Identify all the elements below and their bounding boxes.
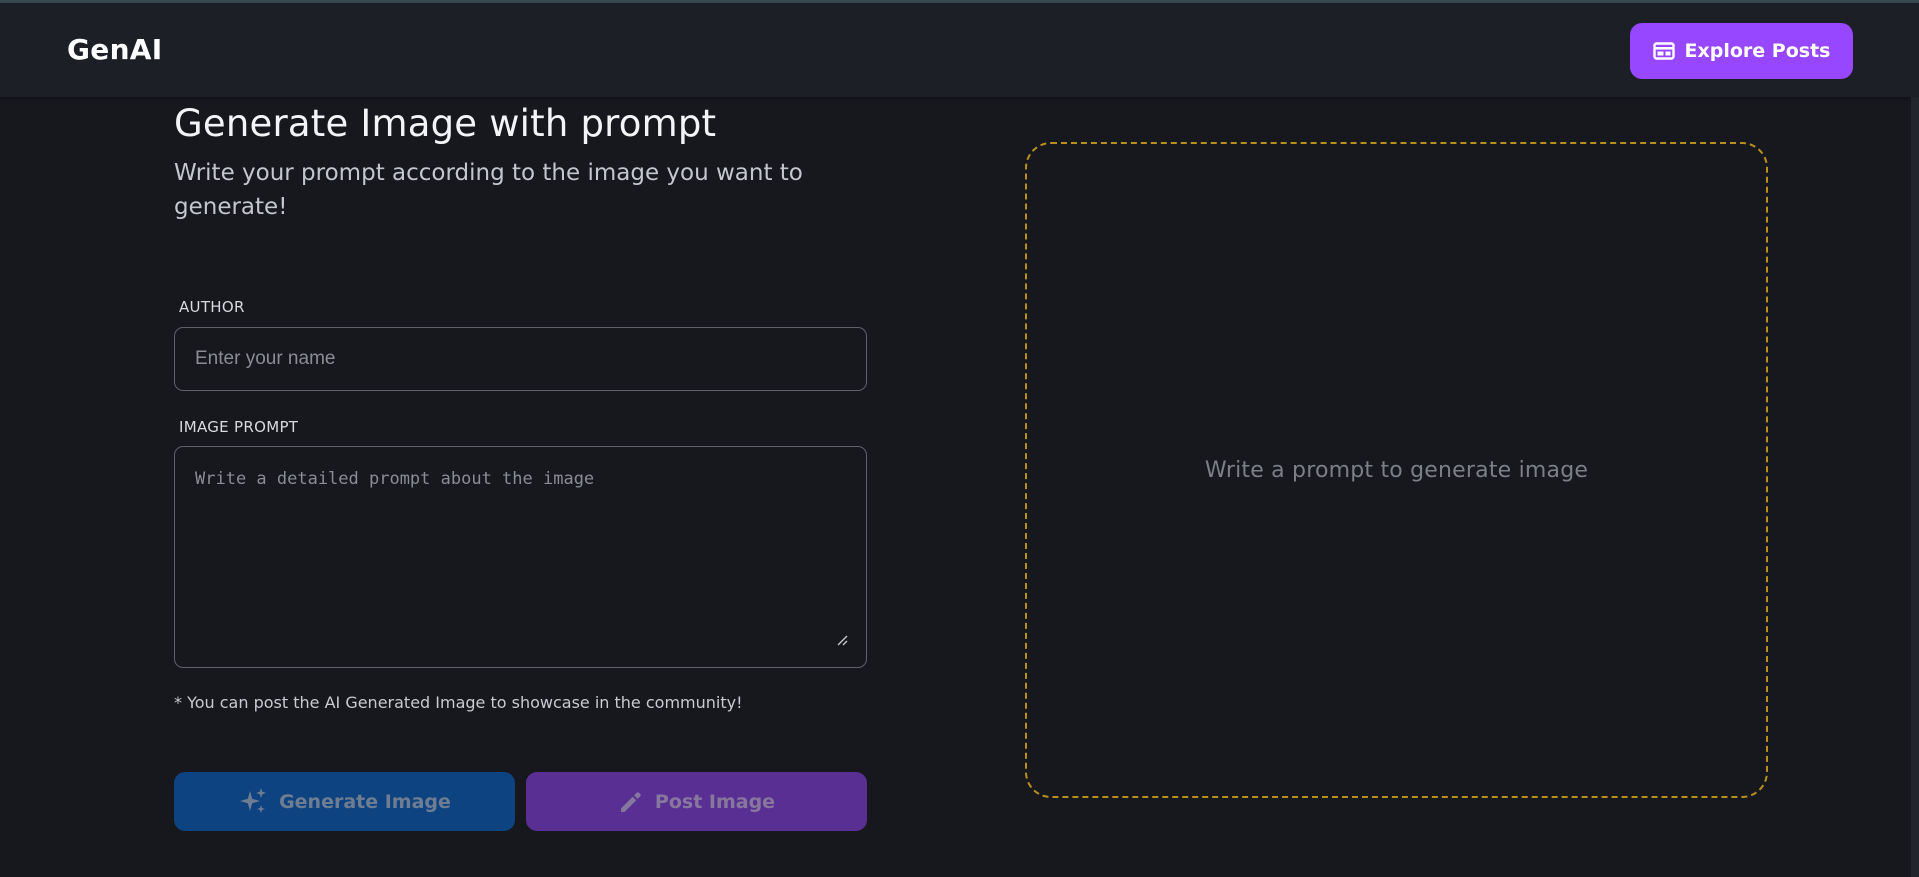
community-note: * You can post the AI Generated Image to… bbox=[174, 693, 743, 712]
pencil-icon bbox=[618, 789, 644, 815]
post-image-label: Post Image bbox=[654, 790, 776, 813]
page-scrollbar-track bbox=[1911, 97, 1919, 877]
sparkles-icon bbox=[238, 787, 268, 817]
author-input[interactable] bbox=[174, 327, 867, 391]
generate-image-button[interactable]: Generate Image bbox=[174, 772, 515, 831]
generate-image-label: Generate Image bbox=[279, 790, 451, 813]
generate-form: Generate Image with prompt Write your pr… bbox=[174, 100, 869, 831]
resize-handle-icon[interactable] bbox=[836, 634, 848, 646]
preview-placeholder: Write a prompt to generate image bbox=[1204, 457, 1589, 483]
page-subtitle: Write your prompt according to the image… bbox=[174, 160, 803, 221]
image-preview-area: Write a prompt to generate image bbox=[1025, 142, 1768, 798]
logo[interactable]: GenAI bbox=[67, 33, 163, 66]
web-icon bbox=[1652, 42, 1675, 60]
image-prompt-label: IMAGE PROMPT bbox=[179, 418, 299, 436]
post-image-button[interactable]: Post Image bbox=[526, 772, 867, 831]
explore-posts-label: Explore Posts bbox=[1684, 40, 1831, 62]
explore-posts-button[interactable]: Explore Posts bbox=[1630, 23, 1853, 79]
author-label: AUTHOR bbox=[179, 298, 245, 316]
navbar: GenAI Explore Posts bbox=[0, 3, 1919, 97]
page-title: Generate Image with prompt bbox=[174, 102, 717, 145]
image-prompt-input[interactable] bbox=[174, 446, 867, 668]
